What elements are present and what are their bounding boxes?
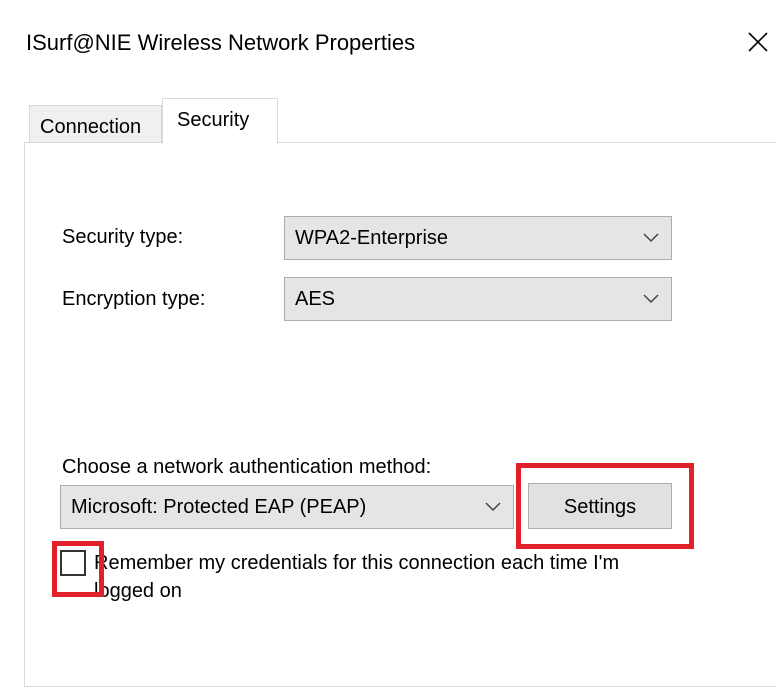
title-bar: ISurf@NIE Wireless Network Properties bbox=[0, 0, 776, 92]
tab-strip: Connection Security bbox=[26, 98, 776, 144]
close-button[interactable] bbox=[740, 22, 776, 62]
auth-method-value: Microsoft: Protected EAP (PEAP) bbox=[71, 496, 367, 518]
close-icon bbox=[748, 32, 768, 52]
encryption-type-label: Encryption type: bbox=[62, 288, 206, 310]
security-type-dropdown[interactable]: WPA2-Enterprise bbox=[284, 216, 672, 260]
auth-method-dropdown[interactable]: Microsoft: Protected EAP (PEAP) bbox=[60, 485, 514, 529]
settings-button[interactable]: Settings bbox=[528, 483, 672, 529]
tab-connection[interactable]: Connection bbox=[29, 105, 162, 143]
encryption-type-value: AES bbox=[295, 288, 336, 310]
chevron-down-icon bbox=[643, 233, 659, 243]
remember-credentials-checkbox[interactable] bbox=[60, 550, 86, 576]
security-type-label: Security type: bbox=[62, 226, 184, 248]
remember-credentials-label: Remember my credentials for this connect… bbox=[94, 552, 620, 602]
chevron-down-icon bbox=[485, 502, 501, 512]
window-title: ISurf@NIE Wireless Network Properties bbox=[26, 30, 416, 55]
chevron-down-icon bbox=[643, 294, 659, 304]
tab-security[interactable]: Security bbox=[162, 98, 278, 144]
dialog-window: ISurf@NIE Wireless Network Properties Co… bbox=[0, 0, 776, 687]
security-type-value: WPA2-Enterprise bbox=[295, 227, 449, 249]
auth-method-label: Choose a network authentication method: bbox=[62, 456, 432, 478]
encryption-type-dropdown[interactable]: AES bbox=[284, 277, 672, 321]
